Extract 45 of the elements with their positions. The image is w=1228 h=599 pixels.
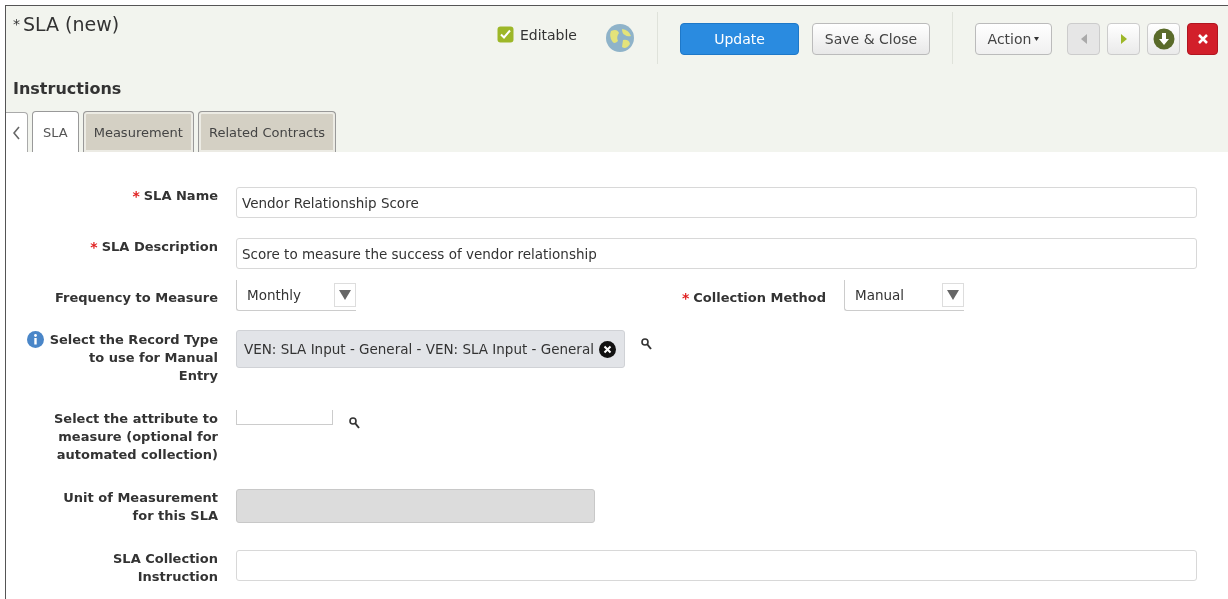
download-icon <box>1152 28 1175 50</box>
field-label: SLA Name <box>143 187 218 205</box>
section-title: Instructions <box>12 79 123 98</box>
info-icon[interactable] <box>27 331 44 348</box>
required-mark: * <box>132 187 140 205</box>
search-icon[interactable] <box>349 417 360 429</box>
update-button[interactable]: Update <box>680 23 799 55</box>
tab[interactable]: Measurement <box>82 111 194 152</box>
right-triangle-icon <box>1118 33 1129 45</box>
dropdown[interactable]: Monthly <box>236 280 356 311</box>
required-mark: * <box>681 289 690 307</box>
caret-icon <box>1034 37 1040 41</box>
lookup-field[interactable] <box>236 410 333 425</box>
text-field[interactable]: Vendor Relationship Score <box>236 187 1197 218</box>
chevron-left-icon <box>13 125 20 140</box>
dropdown-arrow-icon <box>339 290 351 300</box>
globe-icon[interactable] <box>605 23 635 53</box>
search-icon[interactable] <box>640 338 652 350</box>
field-label: SLA Collection Instruction <box>112 550 218 586</box>
field-label: SLA Description <box>101 238 218 256</box>
field-label: Select the Record Type to use for Manual Entry <box>48 331 218 385</box>
dropdown-arrow-icon <box>947 290 959 300</box>
clear-icon[interactable] <box>598 340 616 358</box>
text-field[interactable]: Score to measure the success of vendor relationship <box>236 238 1197 269</box>
close-icon <box>1196 33 1209 45</box>
modified-mark: * <box>13 16 20 32</box>
field-label: Select the attribute to measure (optional for automated collection) <box>52 410 218 464</box>
window-title: SLA (new) <box>23 13 120 35</box>
dropdown[interactable]: Manual <box>844 280 964 311</box>
save-close-button[interactable]: Save & Close <box>812 23 930 55</box>
scroll-left-button[interactable] <box>6 112 28 152</box>
checkbox[interactable] <box>496 26 514 43</box>
next-button[interactable] <box>1107 23 1140 55</box>
selected-value-chip: VEN: SLA Input - General - VEN: SLA Input - General <box>236 330 625 368</box>
checkbox-label: Editable <box>519 26 577 43</box>
text-field[interactable] <box>236 550 1197 581</box>
field-label: Unit of Measurement for this SLA <box>62 489 218 525</box>
field-label: Frequency to Measure <box>54 289 218 307</box>
tab[interactable]: Related Contracts <box>197 111 337 152</box>
close-button[interactable] <box>1187 23 1218 55</box>
required-mark: * <box>90 238 98 256</box>
action-menu-button[interactable]: Action <box>975 23 1052 55</box>
tab[interactable]: SLA <box>32 111 79 152</box>
download-button[interactable] <box>1147 23 1180 55</box>
field-label: Collection Method <box>693 289 826 307</box>
